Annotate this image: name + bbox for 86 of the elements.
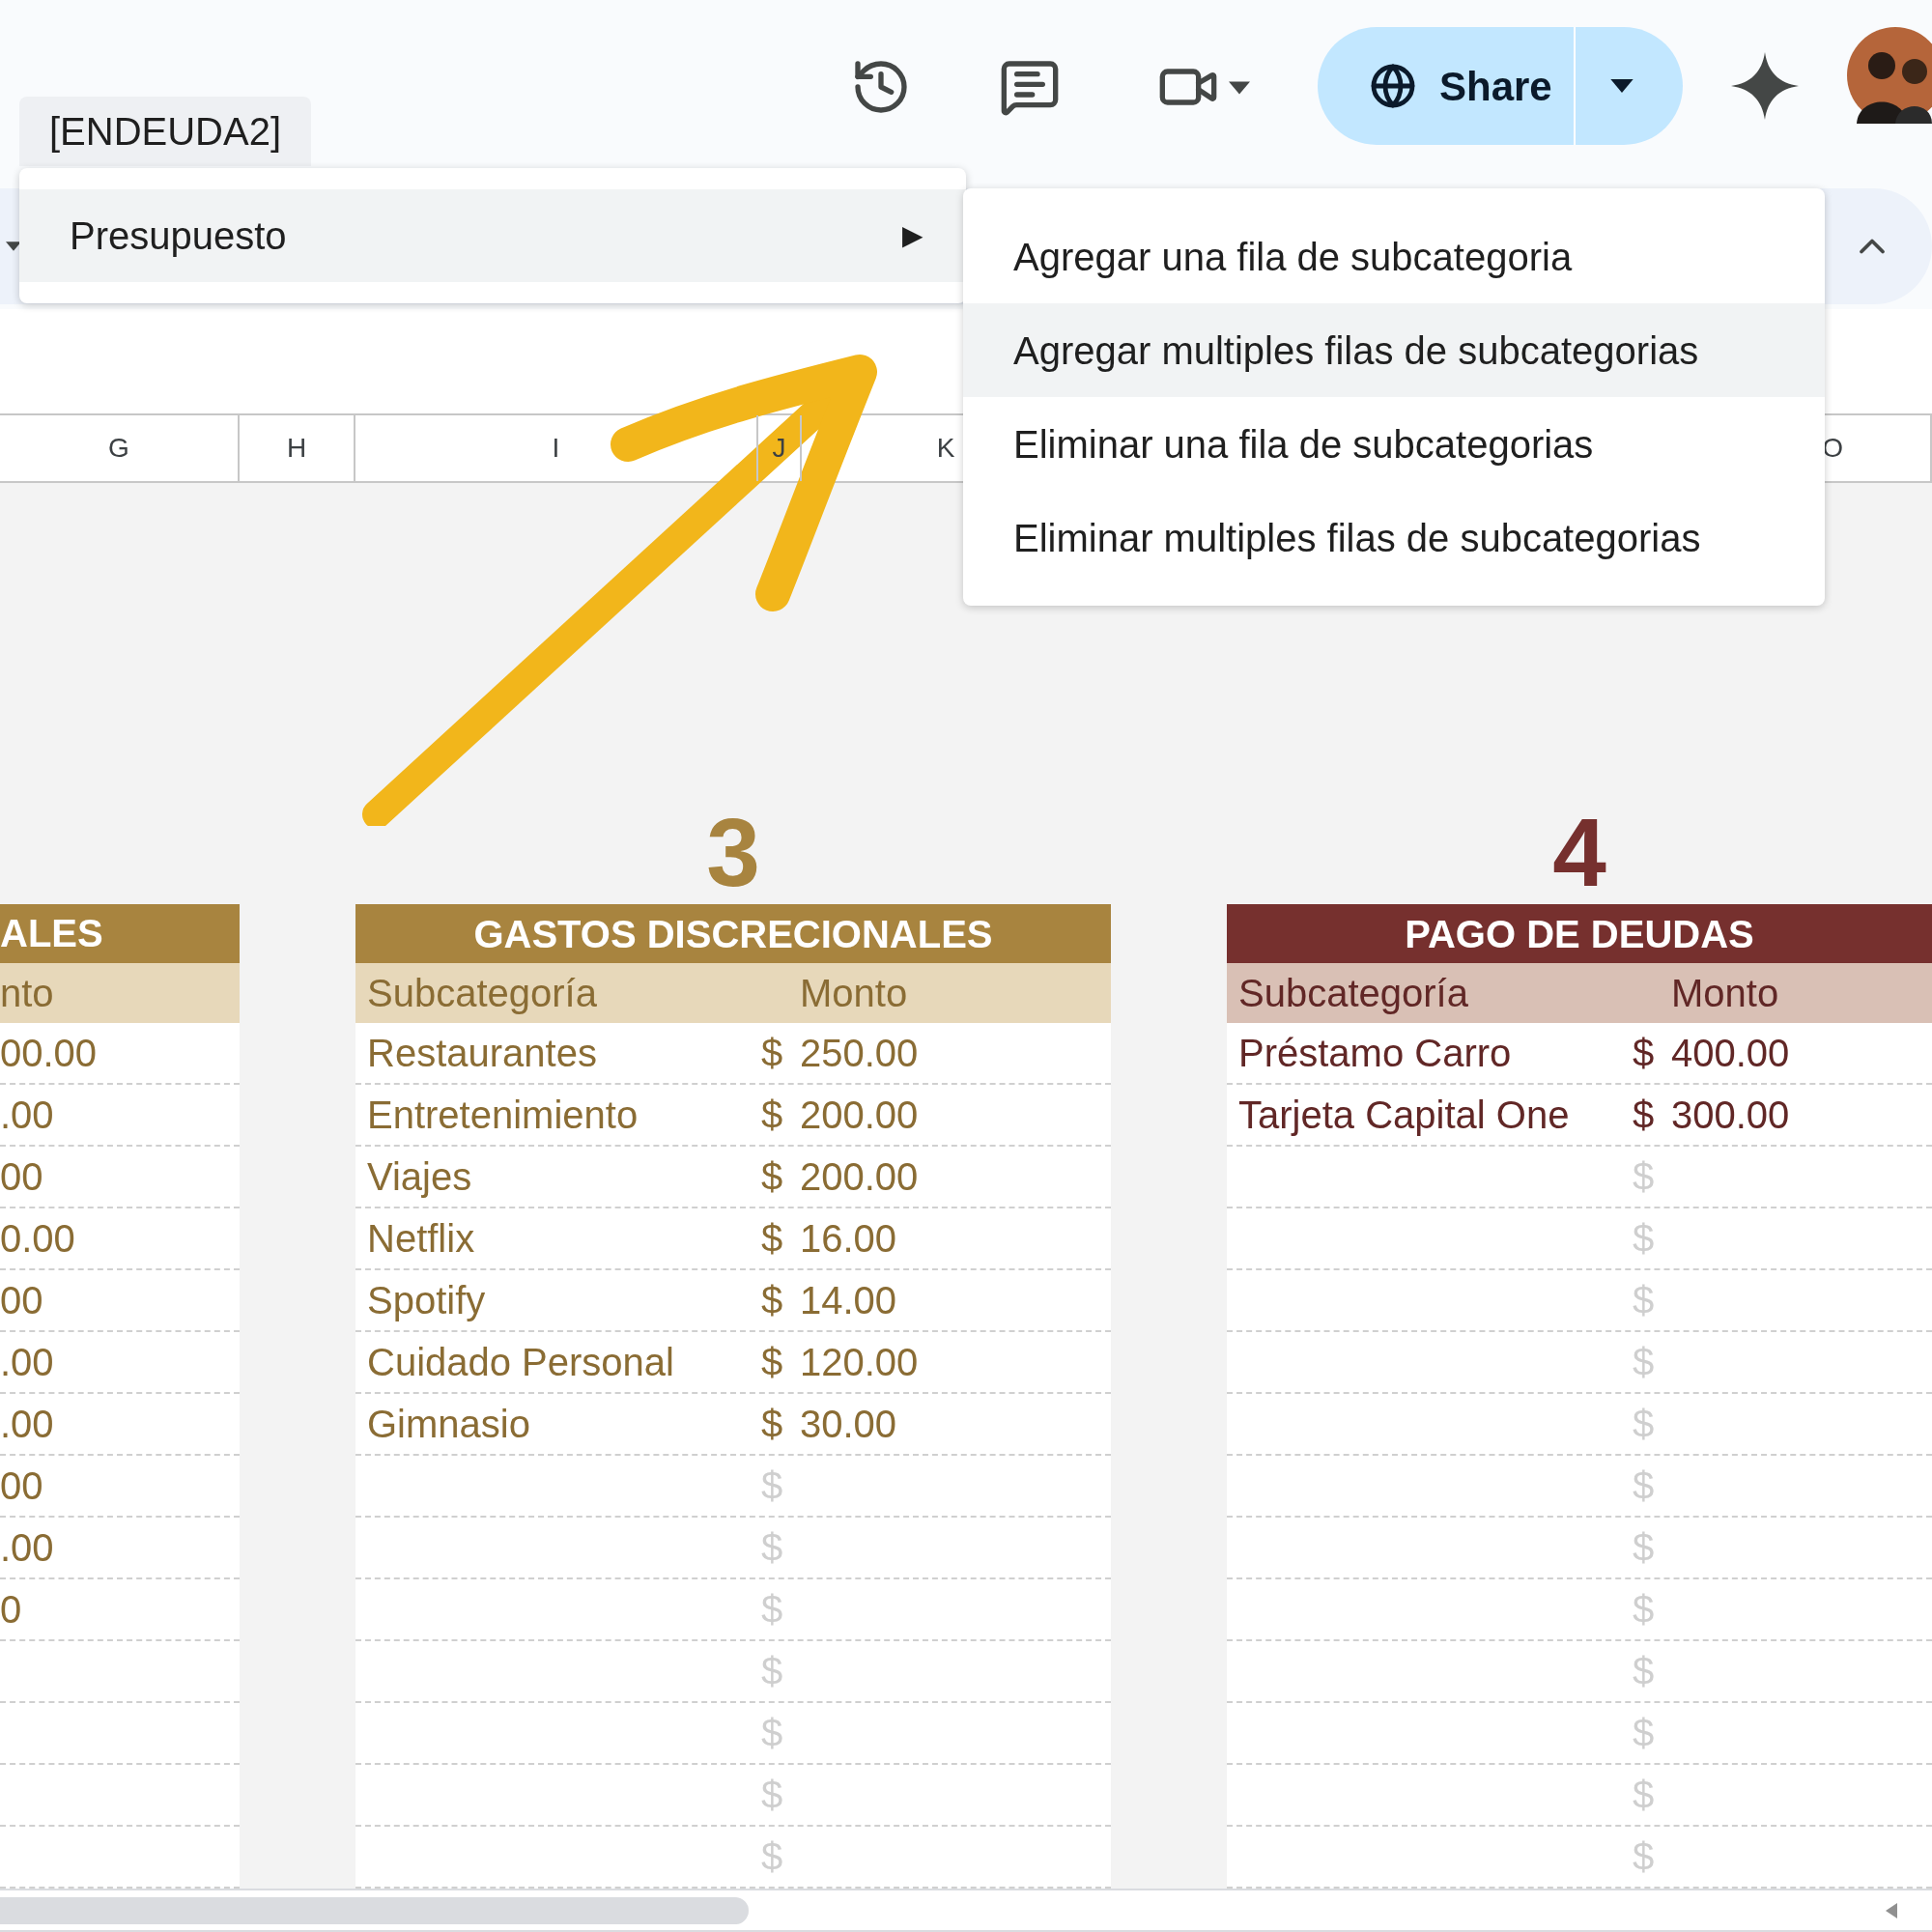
currency-sign: $ <box>1633 1031 1656 1076</box>
currency-sign: $ <box>1633 1340 1656 1385</box>
menu-item[interactable]: Agregar multiples filas de subcategorias <box>963 303 1825 397</box>
scrollbar-thumb[interactable] <box>0 1896 749 1924</box>
section-number: 3 <box>706 804 760 901</box>
table-cell-text: 00.00 <box>0 1031 98 1076</box>
currency-sign: $ <box>761 1711 784 1756</box>
currency-sign: $ <box>761 1154 784 1200</box>
scroll-left-icon[interactable] <box>1886 1902 1897 1918</box>
table-title: PAGO DE DEUDAS <box>1227 904 1932 963</box>
table-cell-text: .00 <box>0 1093 54 1138</box>
table-cell: Restaurantes <box>367 1032 597 1074</box>
table-cell-text: 300.00 <box>1671 1093 1790 1138</box>
table-cell: Viajes <box>367 1155 472 1198</box>
currency-sign: $ <box>761 1649 784 1694</box>
currency-sign: $ <box>1633 1093 1656 1138</box>
header-cell-text: nto <box>0 970 54 1016</box>
header-cell-text: Monto <box>1671 970 1779 1016</box>
table-cell-text: 0 <box>0 1587 22 1633</box>
currency-sign: $ <box>1633 1154 1656 1200</box>
caret-icon <box>6 242 21 251</box>
header-cell-text: Monto <box>800 970 908 1016</box>
table-cell-text: 00 <box>0 1278 43 1323</box>
table-cell: Tarjeta Capital One <box>1238 1094 1570 1136</box>
currency-sign: $ <box>761 1525 784 1571</box>
section-number: 4 <box>1552 804 1606 901</box>
currency-sign: $ <box>1633 1402 1656 1447</box>
table-cell-text: 16.00 <box>800 1216 897 1262</box>
table-cell-text: .00 <box>0 1340 54 1385</box>
column-header[interactable]: G <box>108 428 129 469</box>
table-cell-text: 200.00 <box>800 1154 919 1200</box>
table-cell: Cuidado Personal <box>367 1341 674 1383</box>
table-cell-text: 400.00 <box>1671 1031 1790 1076</box>
sheet-menu-label[interactable]: [ENDEUDA2] <box>19 97 311 166</box>
globe-icon <box>1370 63 1416 109</box>
currency-sign: $ <box>1633 1278 1656 1323</box>
currency-sign: $ <box>761 1031 784 1076</box>
table-cell: Préstamo Carro <box>1238 1032 1512 1074</box>
table-cell: Spotify <box>367 1279 486 1321</box>
table-cell-text: 0.00 <box>0 1216 75 1262</box>
currency-sign: $ <box>761 1834 784 1880</box>
table-cell-text: .00 <box>0 1525 54 1571</box>
table-cell-text: 120.00 <box>800 1340 919 1385</box>
currency-sign: $ <box>761 1463 784 1509</box>
currency-sign: $ <box>761 1278 784 1323</box>
table-cell-text: .00 <box>0 1402 54 1447</box>
menu-item[interactable]: Presupuesto ▶ <box>19 189 966 282</box>
currency-sign: $ <box>761 1773 784 1818</box>
sparkle-icon[interactable] <box>1731 52 1799 120</box>
table-title: ALES <box>0 914 103 953</box>
caret-icon <box>1229 81 1250 95</box>
currency-sign: $ <box>761 1093 784 1138</box>
column-header[interactable]: K <box>936 428 955 469</box>
caret-icon <box>1609 79 1634 93</box>
avatar[interactable] <box>1847 27 1932 124</box>
currency-sign: $ <box>1633 1773 1656 1818</box>
menu-item[interactable]: Agregar una fila de subcategoria <box>963 210 1825 303</box>
header-cell-text: Subcategoría <box>1237 970 1469 1016</box>
menu-item[interactable]: Eliminar multiples filas de subcategorias <box>963 491 1825 584</box>
currency-sign: $ <box>1633 1834 1656 1880</box>
currency-sign: $ <box>761 1402 784 1447</box>
table-cell-text: 00 <box>0 1463 43 1509</box>
table-cell: Netflix <box>367 1217 475 1260</box>
table-title: GASTOS DISCRECIONALES <box>355 904 1111 963</box>
table-cell-text: 14.00 <box>800 1278 897 1323</box>
table-cell: Gimnasio <box>367 1403 530 1445</box>
column-header[interactable]: J <box>772 428 786 469</box>
table-cell: Entretenimiento <box>367 1094 639 1136</box>
column-header[interactable]: I <box>552 428 560 469</box>
currency-sign: $ <box>1633 1463 1656 1509</box>
column-header[interactable]: H <box>286 428 307 469</box>
table-cell-text: 200.00 <box>800 1093 919 1138</box>
currency-sign: $ <box>1633 1216 1656 1262</box>
currency-sign: $ <box>761 1587 784 1633</box>
currency-sign: $ <box>1633 1587 1656 1633</box>
currency-sign: $ <box>761 1340 784 1385</box>
table-cell-text: 250.00 <box>800 1031 919 1076</box>
currency-sign: $ <box>1633 1649 1656 1694</box>
currency-sign: $ <box>1633 1711 1656 1756</box>
share-button[interactable]: Share <box>1318 27 1683 145</box>
currency-sign: $ <box>761 1216 784 1262</box>
currency-sign: $ <box>1633 1525 1656 1571</box>
header-cell-text: Subcategoría <box>366 970 598 1016</box>
menu-item[interactable]: Eliminar una fila de subcategorias <box>963 397 1825 491</box>
table-cell-text: 30.00 <box>800 1402 897 1447</box>
table-cell-text: 00 <box>0 1154 43 1200</box>
